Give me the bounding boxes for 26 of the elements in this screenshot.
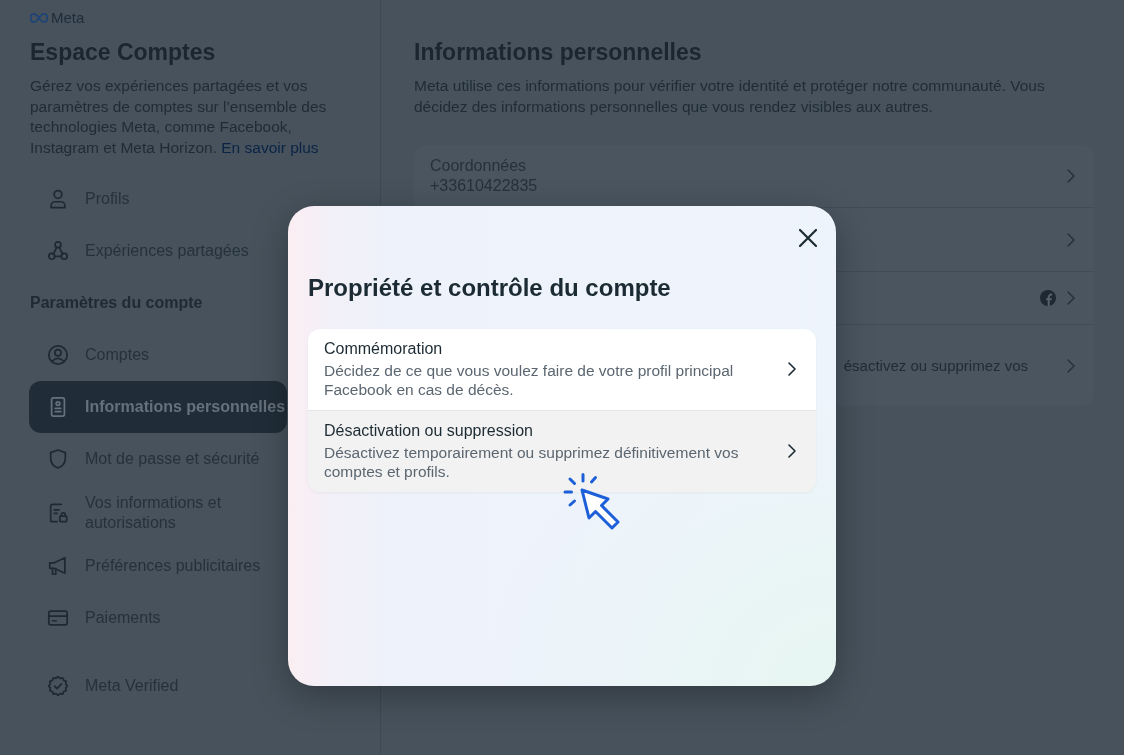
option-title: Commémoration	[324, 339, 443, 359]
option-title: Désactivation ou suppression	[324, 421, 533, 441]
option-description: Désactivez temporairement ou supprimez définitivement vos comptes et profils.	[324, 443, 740, 481]
dialog-title: Propriété et contrôle du compte	[308, 274, 672, 302]
document-lock-icon	[47, 501, 69, 524]
chevron-right-icon	[1067, 358, 1075, 373]
chevron-right-icon	[788, 444, 796, 458]
credit-card-icon	[47, 607, 69, 629]
learn-more-link[interactable]: En savoir plus	[221, 138, 319, 156]
person-icon	[47, 188, 69, 210]
chevron-right-icon	[1067, 232, 1075, 247]
chevron-right-icon	[1067, 291, 1075, 305]
option-item[interactable]: Désactivation ou suppression Désactivez temporairement ou supprimez définitivement vos comptes et profils.	[308, 410, 816, 492]
shield-icon	[47, 448, 69, 470]
close-icon	[799, 229, 817, 247]
person-circle-icon	[47, 344, 69, 366]
chevron-right-icon	[1067, 169, 1075, 183]
facebook-icon	[1040, 290, 1056, 306]
connected-circles-icon	[47, 240, 69, 262]
chevron-right-icon	[788, 362, 796, 376]
megaphone-icon	[47, 555, 69, 577]
infinity-logo-icon	[30, 13, 48, 23]
option-description: Décidez de ce que vous voulez faire de votre profil principal Facebook en cas de décès.	[324, 361, 735, 399]
badge-check-icon	[47, 675, 69, 697]
option-item[interactable]: Commémoration Décidez de ce que vous voulez faire de votre profil principal Facebook en cas de décès.	[308, 329, 816, 410]
nav-item[interactable]: Informations personnelles	[29, 381, 287, 433]
